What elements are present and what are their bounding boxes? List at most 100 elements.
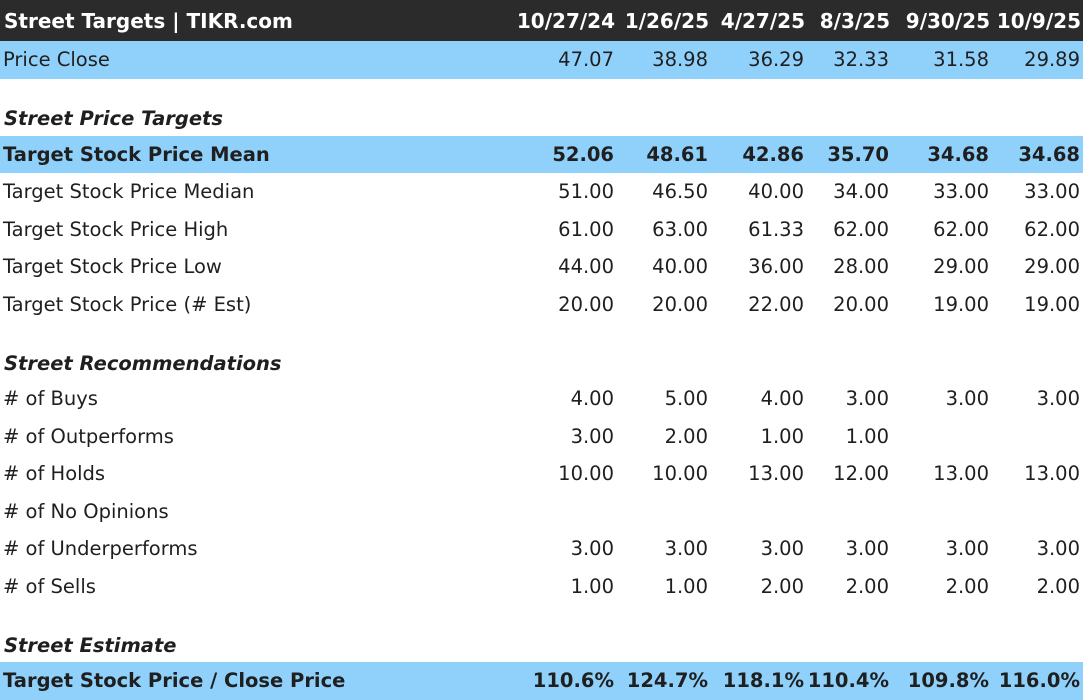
table-cell: 13.00 xyxy=(748,462,804,486)
section-title: Street Recommendations xyxy=(4,351,282,375)
row-target-median[interactable]: Target Stock Price Median 51.00 46.50 40… xyxy=(0,173,1083,211)
table-cell: 33.00 xyxy=(1024,180,1080,204)
row-label: Target Stock Price Mean xyxy=(3,142,270,166)
table-cell xyxy=(892,418,992,456)
column-header[interactable]: 10/27/24 xyxy=(499,0,617,41)
table-cell: 35.70 xyxy=(827,142,889,166)
table-cell: 2.00 xyxy=(1036,574,1080,598)
row-label: # of Sells xyxy=(3,574,96,598)
table-cell: 28.00 xyxy=(833,255,889,279)
table-cell: 2.00 xyxy=(845,574,889,598)
table-cell: 1.00 xyxy=(845,424,889,448)
table-cell xyxy=(617,493,711,531)
table-cell: 36.29 xyxy=(748,48,804,72)
row-target-est-count[interactable]: Target Stock Price (# Est) 20.00 20.00 2… xyxy=(0,286,1083,324)
table-cell: 29.89 xyxy=(1024,48,1080,72)
table-cell: 10.00 xyxy=(652,462,708,486)
row-sells[interactable]: # of Sells 1.00 1.00 2.00 2.00 2.00 2.00 xyxy=(0,568,1083,606)
table-header: Street Targets | TIKR.com 10/27/24 1/26/… xyxy=(0,0,1083,41)
table-cell: 61.33 xyxy=(748,217,804,241)
row-outperforms[interactable]: # of Outperforms 3.00 2.00 1.00 1.00 xyxy=(0,418,1083,456)
row-target-close-ratio[interactable]: Target Stock Price / Close Price 110.6% … xyxy=(0,662,1083,700)
column-header[interactable]: 4/27/25 xyxy=(711,0,807,41)
table-cell: 12.00 xyxy=(833,462,889,486)
row-label: Price Close xyxy=(3,48,110,72)
table-cell xyxy=(711,493,807,531)
table-cell: 34.68 xyxy=(1018,142,1080,166)
section-street-price-targets: Street Price Targets xyxy=(0,98,1083,136)
table-cell: 62.00 xyxy=(833,217,889,241)
table-cell: 3.00 xyxy=(570,537,614,561)
table-cell: 29.00 xyxy=(1024,255,1080,279)
table-cell xyxy=(992,493,1083,531)
row-no-opinions[interactable]: # of No Opinions xyxy=(0,493,1083,531)
table-cell: 51.00 xyxy=(558,180,614,204)
table-cell: 32.33 xyxy=(833,48,889,72)
column-header[interactable]: 1/26/25 xyxy=(617,0,711,41)
table-cell: 38.98 xyxy=(652,48,708,72)
column-header[interactable]: 8/3/25 xyxy=(807,0,892,41)
table-cell: 29.00 xyxy=(933,255,989,279)
row-label: # of Underperforms xyxy=(3,537,198,561)
column-header[interactable]: 9/30/25 xyxy=(892,0,992,41)
table-cell: 13.00 xyxy=(933,462,989,486)
row-label: # of Holds xyxy=(3,462,106,486)
table-cell: 3.00 xyxy=(1036,387,1080,411)
column-header[interactable]: 10/9/25 xyxy=(992,0,1083,41)
row-buys[interactable]: # of Buys 4.00 5.00 4.00 3.00 3.00 3.00 xyxy=(0,380,1083,418)
table-cell: 52.06 xyxy=(552,142,614,166)
row-label: # of No Opinions xyxy=(3,499,169,523)
row-label: Target Stock Price / Close Price xyxy=(3,669,346,693)
table-cell: 20.00 xyxy=(652,292,708,316)
table-cell: 4.00 xyxy=(570,387,614,411)
table-cell: 3.00 xyxy=(1036,537,1080,561)
table-cell: 3.00 xyxy=(945,537,989,561)
table-cell: 34.00 xyxy=(833,180,889,204)
table-cell: 20.00 xyxy=(558,292,614,316)
table-cell: 62.00 xyxy=(1024,217,1080,241)
table-cell xyxy=(992,418,1083,456)
table-cell: 116.0% xyxy=(998,669,1080,693)
table-cell: 3.00 xyxy=(664,537,708,561)
table-cell: 5.00 xyxy=(664,387,708,411)
table-cell: 34.68 xyxy=(927,142,989,166)
table-cell: 40.00 xyxy=(652,255,708,279)
table-cell: 3.00 xyxy=(760,537,804,561)
row-holds[interactable]: # of Holds 10.00 10.00 13.00 12.00 13.00… xyxy=(0,455,1083,493)
row-label: # of Outperforms xyxy=(3,424,174,448)
row-label: Target Stock Price Median xyxy=(3,180,255,204)
table-cell: 2.00 xyxy=(760,574,804,598)
table-cell: 20.00 xyxy=(833,292,889,316)
row-underperforms[interactable]: # of Underperforms 3.00 3.00 3.00 3.00 3… xyxy=(0,530,1083,568)
table-cell: 40.00 xyxy=(748,180,804,204)
spacer xyxy=(0,323,1083,342)
table-cell: 13.00 xyxy=(1024,462,1080,486)
table-cell: 2.00 xyxy=(664,424,708,448)
table-cell: 118.1% xyxy=(722,669,804,693)
table-cell: 44.00 xyxy=(558,255,614,279)
table-cell: 61.00 xyxy=(558,217,614,241)
street-targets-table: Street Targets | TIKR.com 10/27/24 1/26/… xyxy=(0,0,1083,700)
row-price-close[interactable]: Price Close 47.07 38.98 36.29 32.33 31.5… xyxy=(0,41,1083,79)
row-target-mean[interactable]: Target Stock Price Mean 52.06 48.61 42.8… xyxy=(0,135,1083,173)
spacer xyxy=(0,605,1083,624)
spacer xyxy=(0,79,1083,98)
table-cell: 22.00 xyxy=(748,292,804,316)
table-cell: 3.00 xyxy=(570,424,614,448)
table-cell: 110.4% xyxy=(807,669,889,693)
table-cell: 31.58 xyxy=(933,48,989,72)
row-target-low[interactable]: Target Stock Price Low 44.00 40.00 36.00… xyxy=(0,248,1083,286)
section-street-estimate: Street Estimate xyxy=(0,624,1083,662)
row-target-high[interactable]: Target Stock Price High 61.00 63.00 61.3… xyxy=(0,211,1083,249)
table-cell: 63.00 xyxy=(652,217,708,241)
table-cell: 109.8% xyxy=(907,669,989,693)
section-title: Street Price Targets xyxy=(4,107,223,130)
section-street-recommendations: Street Recommendations xyxy=(0,342,1083,380)
row-label: Target Stock Price High xyxy=(3,217,229,241)
table-cell: 124.7% xyxy=(626,669,708,693)
table-cell: 33.00 xyxy=(933,180,989,204)
table-cell: 47.07 xyxy=(558,48,614,72)
row-label: Target Stock Price Low xyxy=(3,255,222,279)
table-cell: 48.61 xyxy=(646,142,708,166)
table-cell: 3.00 xyxy=(845,537,889,561)
